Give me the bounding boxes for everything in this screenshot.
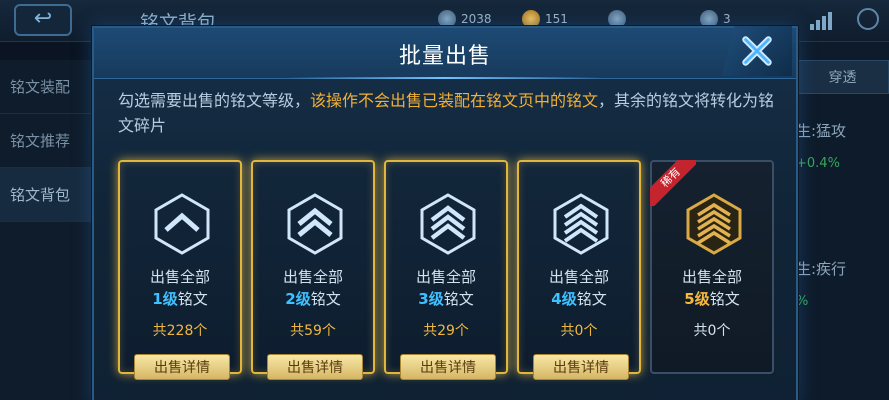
sidebar-item-recommend[interactable]: 铭文推荐 (0, 114, 91, 168)
level-2-card[interactable]: 出售全部 2级铭文 共59个 出售详情 (251, 160, 375, 380)
inscription-count: 共0个 (693, 323, 731, 339)
clock-icon (857, 8, 879, 30)
close-x-icon (742, 36, 772, 66)
stat-value: +0.4% (796, 156, 840, 171)
stat-label: 生:疾行 (796, 260, 847, 278)
tab-penetration[interactable]: 穿透 (796, 60, 889, 94)
level-3-card[interactable]: 出售全部 3级铭文 共29个 出售详情 (384, 160, 508, 380)
inscription-count: 共228个 (152, 323, 208, 339)
inscription-sidebar: 铭文装配 铭文推荐 铭文背包 (0, 60, 92, 400)
warning-text: 该操作不会出售已装配在铭文页中的铭文 (310, 91, 599, 110)
title-divider (284, 77, 604, 79)
sell-details-button[interactable]: 出售详情 (533, 354, 629, 380)
close-button[interactable] (722, 26, 792, 76)
batch-sell-dialog: 批量出售 勾选需要出售的铭文等级，该操作不会出售已装配在铭文页中的铭文，其余的铭… (92, 26, 798, 400)
level-4-emblem-icon (553, 193, 609, 255)
level-1-card[interactable]: 出售全部 1级铭文 共228个 出售详情 (118, 160, 242, 380)
inscription-count: 共0个 (560, 323, 598, 339)
back-button[interactable]: ↩ (14, 4, 72, 36)
right-panel: 穿透 生:猛攻 +0.4% 生:疾行 % (796, 42, 889, 400)
level-4-card[interactable]: 出售全部 4级铭文 共0个 出售详情 (517, 160, 641, 380)
level-2-emblem-icon (287, 193, 343, 255)
dialog-description: 勾选需要出售的铭文等级，该操作不会出售已装配在铭文页中的铭文，其余的铭文将转化为… (118, 91, 775, 135)
sell-details-button[interactable]: 出售详情 (400, 354, 496, 380)
level-5-emblem-icon (686, 193, 742, 255)
sell-details-button[interactable]: 出售详情 (267, 354, 363, 380)
stat-label: 生:猛攻 (796, 122, 847, 140)
dialog-title: 批量出售 (398, 44, 491, 69)
inscription-count: 共29个 (423, 323, 469, 339)
level-1-emblem-icon (154, 193, 210, 255)
back-arrow-icon: ↩ (33, 6, 53, 31)
level-5-card[interactable]: 稀有 出售全部 5级铭文 共0个 (650, 160, 774, 374)
sell-details-button[interactable]: 出售详情 (134, 354, 230, 380)
level-3-emblem-icon (420, 193, 476, 255)
sidebar-item-backpack[interactable]: 铭文背包 (0, 168, 91, 222)
inscription-count: 共59个 (290, 323, 336, 339)
sidebar-item-equip[interactable]: 铭文装配 (0, 60, 91, 114)
signal-icon (810, 12, 832, 30)
